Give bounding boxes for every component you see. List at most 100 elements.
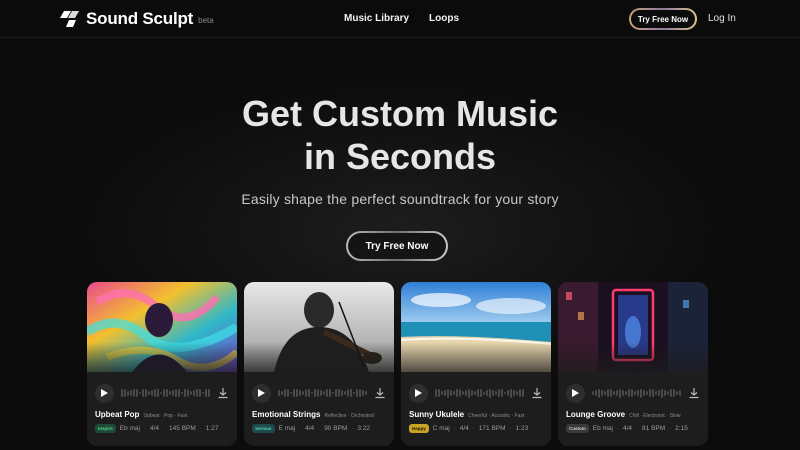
track-card[interactable]: Emotional Strings Reflective · Orchestra…	[244, 282, 394, 446]
waveform[interactable]	[435, 388, 524, 398]
waveform-bar	[486, 389, 488, 397]
download-icon[interactable]	[531, 387, 543, 399]
waveform-bar	[613, 391, 615, 395]
waveform[interactable]	[278, 388, 367, 398]
waveform-bar	[130, 390, 132, 396]
track-duration: 1:23	[515, 425, 529, 432]
waveform-bar	[359, 388, 361, 398]
waveform-bar	[323, 390, 325, 396]
waveform-bar	[519, 388, 521, 398]
audio-player	[409, 383, 543, 403]
mood-badge: Custom	[566, 424, 589, 433]
download-icon[interactable]	[217, 387, 229, 399]
waveform-bar	[673, 388, 675, 398]
waveform-bar	[480, 388, 482, 398]
nav-try-free-button[interactable]: Try Free Now	[629, 8, 697, 30]
waveform-bar	[133, 388, 135, 398]
waveform-bar	[166, 388, 168, 398]
waveform-bar	[483, 391, 485, 395]
waveform-bar	[676, 391, 678, 395]
login-link[interactable]: Log In	[708, 13, 736, 24]
track-time-signature: 4/4	[305, 425, 315, 432]
waveform-bar	[308, 389, 310, 397]
waveform-bar	[205, 389, 207, 397]
hero-subtitle: Easily shape the perfect soundtrack for …	[241, 191, 559, 207]
waveform-bar	[278, 390, 280, 396]
track-time-signature: 4/4	[459, 425, 469, 432]
nav-link-loops[interactable]: Loops	[429, 13, 459, 24]
waveform-bar	[438, 388, 440, 398]
track-time-signature: 4/4	[622, 425, 633, 432]
waveform-bar	[607, 388, 609, 398]
nav-link-music-library[interactable]: Music Library	[344, 13, 409, 24]
waveform-bar	[344, 390, 346, 396]
waveform-bar	[320, 390, 322, 396]
waveform-bar	[507, 389, 509, 397]
logo[interactable]: Sound Sculpt beta	[60, 9, 214, 29]
waveform-bar	[462, 391, 464, 395]
waveform-bar	[314, 389, 316, 397]
waveform-bar	[631, 388, 633, 398]
waveform-bar	[501, 389, 503, 397]
play-button[interactable]	[566, 383, 585, 403]
mood-badge: Serious	[252, 424, 275, 433]
track-meta: Serious E maj · 4/4 · 90 BPM · 3:22	[252, 424, 370, 433]
track-duration: 1:27	[205, 425, 219, 432]
waveform-bar	[504, 391, 506, 395]
waveform-bar	[655, 391, 657, 395]
waveform[interactable]	[592, 388, 681, 398]
beta-badge: beta	[198, 16, 214, 25]
waveform-bar	[317, 388, 319, 398]
waveform-bar	[492, 390, 494, 396]
waveform-bar	[142, 389, 144, 397]
download-icon[interactable]	[374, 387, 386, 399]
hero-title-line-1: Get Custom Music	[241, 93, 559, 134]
waveform-bar	[181, 391, 183, 395]
play-button[interactable]	[409, 383, 428, 403]
waveform-bar	[154, 388, 156, 398]
waveform-bar	[157, 389, 159, 397]
play-icon	[572, 389, 579, 397]
audio-player	[566, 383, 700, 403]
waveform-bar	[296, 388, 298, 398]
track-meta: Happy C maj · 4/4 · 171 BPM · 1:23	[409, 424, 528, 433]
track-card[interactable]: Sunny Ukulele Cheerful · Acoustic · Fast…	[401, 282, 551, 446]
track-key: E maj	[278, 425, 296, 432]
track-card[interactable]: Lounge Groove Chill · Electronic · Slow …	[558, 282, 708, 446]
track-tags: Reflective · Orchestral ·	[324, 413, 377, 419]
hero-try-free-button[interactable]: Try Free Now	[346, 231, 448, 261]
waveform-bar	[513, 390, 515, 396]
play-button[interactable]	[95, 383, 114, 403]
waveform-bar	[670, 388, 672, 398]
track-key: Eb maj	[119, 425, 140, 432]
waveform-bar	[145, 388, 147, 398]
waveform-bar	[332, 391, 334, 395]
waveform-bar	[444, 389, 446, 397]
waveform-bar	[604, 391, 606, 395]
track-tags: Cheerful · Acoustic · Fast	[468, 413, 525, 419]
track-card[interactable]: Upbeat Pop Upbeat · Pop · Fast Inspire E…	[87, 282, 237, 446]
track-bpm: 90 BPM	[324, 425, 348, 432]
waveform-bar	[281, 390, 283, 396]
mood-badge: Happy	[409, 424, 429, 433]
waveform-bar	[598, 388, 600, 398]
hero-title: Get Custom Music in Seconds	[0, 92, 800, 178]
waveform-bar	[193, 390, 195, 396]
waveform-bar	[489, 388, 491, 398]
waveform-bar	[290, 391, 292, 395]
waveform-bar	[516, 390, 518, 396]
waveform-bar	[311, 391, 313, 395]
waveform-bar	[610, 388, 612, 398]
download-icon[interactable]	[688, 387, 700, 399]
waveform-bar	[151, 390, 153, 396]
mood-badge: Inspire	[95, 424, 116, 433]
play-icon	[415, 389, 422, 397]
waveform-bar	[175, 388, 177, 398]
waveform[interactable]	[121, 388, 210, 398]
waveform-bar	[495, 390, 497, 396]
audio-player	[252, 383, 386, 403]
waveform-bar	[127, 390, 129, 396]
play-button[interactable]	[252, 383, 271, 403]
audio-player	[95, 383, 229, 403]
play-icon	[101, 389, 108, 397]
